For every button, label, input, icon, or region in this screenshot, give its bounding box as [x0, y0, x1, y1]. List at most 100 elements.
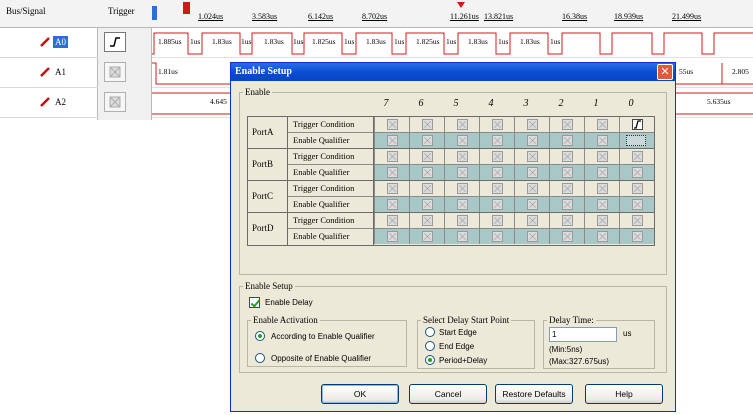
condition-cell[interactable]	[619, 181, 654, 196]
qualifier-cell[interactable]	[479, 197, 514, 212]
condition-cell[interactable]	[409, 213, 444, 228]
delay-start-radio-end-edge[interactable]	[425, 341, 435, 351]
qualifier-cell[interactable]	[444, 133, 479, 148]
qualifier-cell[interactable]	[374, 133, 409, 148]
activation-option-label[interactable]: Opposite of Enable Qualifier	[271, 354, 371, 363]
qualifier-cell[interactable]	[619, 165, 654, 180]
condition-cell[interactable]	[444, 181, 479, 196]
qualifier-cell[interactable]	[619, 133, 654, 148]
restore-defaults-button[interactable]: Restore Defaults	[495, 384, 573, 404]
enable-delay-checkbox[interactable]	[249, 297, 260, 308]
delay-start-radio-start-edge[interactable]	[425, 327, 435, 337]
pencil-icon	[40, 37, 50, 47]
trigger-selector-a1[interactable]	[104, 62, 126, 82]
timeline-ruler[interactable]: 1.024us 3.583us 6.142us 8.702us 11.261us…	[152, 0, 753, 28]
condition-cell[interactable]	[479, 213, 514, 228]
qualifier-cell[interactable]	[584, 229, 619, 244]
bus-signal-header[interactable]: Bus/Signal	[6, 6, 46, 16]
qualifier-cell[interactable]	[479, 165, 514, 180]
condition-cell[interactable]	[479, 181, 514, 196]
dropdown-selector-icon[interactable]	[626, 135, 646, 146]
cancel-button[interactable]: Cancel	[409, 384, 487, 404]
delay-start-option-label[interactable]: End Edge	[439, 342, 474, 351]
condition-cell[interactable]	[584, 117, 619, 132]
pulse-label: 1.81us	[158, 67, 178, 76]
condition-cell[interactable]	[479, 117, 514, 132]
help-button[interactable]: Help	[585, 384, 663, 404]
condition-cell[interactable]	[514, 149, 549, 164]
condition-cell[interactable]	[374, 181, 409, 196]
signal-label[interactable]: A2	[53, 96, 68, 108]
condition-cell[interactable]	[619, 213, 654, 228]
condition-cell[interactable]	[514, 181, 549, 196]
qualifier-cell[interactable]	[584, 197, 619, 212]
condition-cell[interactable]	[409, 181, 444, 196]
qualifier-cell[interactable]	[549, 229, 584, 244]
close-icon[interactable]: ✕	[657, 64, 673, 80]
delay-start-option-label[interactable]: Period+Delay	[439, 356, 487, 365]
condition-cell[interactable]	[549, 149, 584, 164]
condition-cell[interactable]	[409, 149, 444, 164]
qualifier-cell[interactable]	[584, 165, 619, 180]
qualifier-cell[interactable]	[549, 133, 584, 148]
delay-start-option-label[interactable]: Start Edge	[439, 328, 477, 337]
activation-radio-according[interactable]	[255, 331, 265, 341]
qualifier-cell[interactable]	[409, 197, 444, 212]
condition-cell[interactable]	[549, 117, 584, 132]
condition-cell[interactable]	[584, 181, 619, 196]
qualifier-cell[interactable]	[514, 165, 549, 180]
delay-start-radio-period-delay[interactable]	[425, 355, 435, 365]
enable-delay-label[interactable]: Enable Delay	[265, 298, 313, 307]
ok-button[interactable]: OK	[321, 384, 399, 404]
activation-option-label[interactable]: According to Enable Qualifier	[271, 332, 375, 341]
qualifier-cell[interactable]	[374, 165, 409, 180]
qualifier-cell[interactable]	[444, 165, 479, 180]
qualifier-cell[interactable]	[374, 229, 409, 244]
qualifier-cell[interactable]	[619, 229, 654, 244]
qualifier-cell[interactable]	[409, 133, 444, 148]
condition-cell[interactable]	[444, 213, 479, 228]
condition-cell[interactable]	[514, 213, 549, 228]
condition-cell[interactable]	[374, 117, 409, 132]
condition-cell[interactable]	[549, 213, 584, 228]
dialog-title-bar[interactable]: Enable Setup	[231, 63, 675, 81]
signal-label[interactable]: A1	[53, 66, 68, 78]
condition-cell[interactable]	[479, 149, 514, 164]
qualifier-cell[interactable]	[514, 197, 549, 212]
signal-row-a1[interactable]: A1	[0, 58, 98, 88]
trigger-header[interactable]: Trigger	[108, 6, 135, 16]
qualifier-cell[interactable]	[514, 229, 549, 244]
qualifier-cell[interactable]	[619, 197, 654, 212]
qualifier-cell[interactable]	[549, 165, 584, 180]
condition-cell[interactable]	[374, 149, 409, 164]
activation-radio-opposite[interactable]	[255, 353, 265, 363]
condition-cell[interactable]	[444, 149, 479, 164]
qualifier-cell[interactable]	[444, 197, 479, 212]
signal-row-a0[interactable]: A0	[0, 28, 98, 58]
signal-row-a2[interactable]: A2	[0, 88, 98, 118]
condition-cell[interactable]	[619, 117, 654, 132]
condition-cell[interactable]	[444, 117, 479, 132]
trigger-condition-row: Trigger Condition	[288, 181, 654, 197]
condition-cell[interactable]	[584, 213, 619, 228]
qualifier-cell[interactable]	[549, 197, 584, 212]
condition-cell[interactable]	[514, 117, 549, 132]
condition-cell[interactable]	[619, 149, 654, 164]
qualifier-cell[interactable]	[479, 229, 514, 244]
trigger-selector-a0[interactable]	[104, 32, 126, 52]
qualifier-cell[interactable]	[479, 133, 514, 148]
qualifier-cell[interactable]	[444, 229, 479, 244]
qualifier-cell[interactable]	[409, 165, 444, 180]
waveform-a0[interactable]: 1.885us 1us 1.83us 1us 1.83us 1us 1.825u…	[152, 28, 753, 58]
condition-cell[interactable]	[409, 117, 444, 132]
condition-cell[interactable]	[584, 149, 619, 164]
signal-label[interactable]: A0	[53, 36, 68, 48]
qualifier-cell[interactable]	[514, 133, 549, 148]
qualifier-cell[interactable]	[409, 229, 444, 244]
condition-cell[interactable]	[374, 213, 409, 228]
trigger-selector-a2[interactable]	[104, 92, 126, 112]
condition-cell[interactable]	[549, 181, 584, 196]
qualifier-cell[interactable]	[374, 197, 409, 212]
delay-time-input[interactable]: 1	[549, 327, 617, 342]
qualifier-cell[interactable]	[584, 133, 619, 148]
